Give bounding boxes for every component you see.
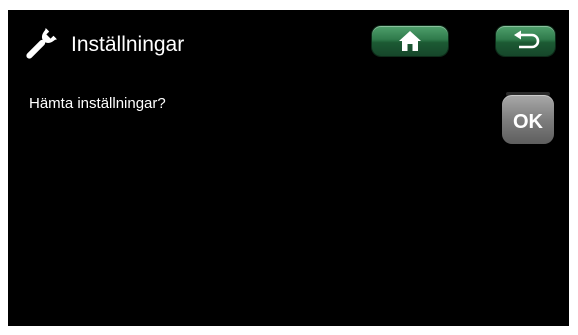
back-button[interactable] xyxy=(496,26,555,56)
page-title: Inställningar xyxy=(71,33,185,56)
ok-button[interactable]: OK xyxy=(502,95,554,144)
screen: Inställningar Hämta inställningar? OK xyxy=(8,10,569,326)
header: Inställningar xyxy=(8,10,569,80)
home-button[interactable] xyxy=(372,26,448,56)
ok-button-label: OK xyxy=(513,111,543,133)
wrench-icon xyxy=(20,25,60,65)
confirm-question: Hämta inställningar? xyxy=(29,95,166,112)
